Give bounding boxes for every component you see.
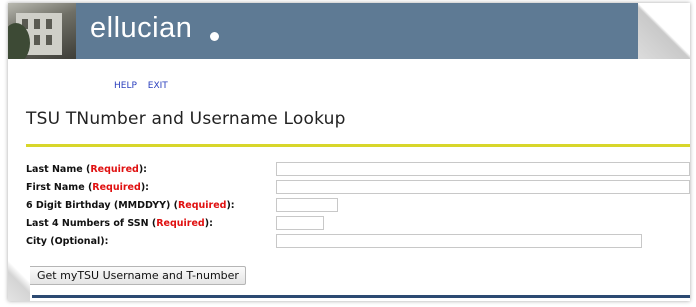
required-marker: Required: [156, 217, 205, 229]
page-title: TSU TNumber and Username Lookup: [26, 109, 346, 129]
city-label: City (Optional):: [26, 235, 109, 247]
page-curl-top-right: [638, 3, 690, 59]
first-name-label: First Name (Required):: [26, 181, 149, 193]
required-marker: Required: [92, 181, 141, 193]
city-input[interactable]: [276, 234, 642, 248]
page-curl-bottom-left: [8, 247, 30, 301]
birthday-row: 6 Digit Birthday (MMDDYY) (Required):: [26, 197, 235, 213]
birthday-input[interactable]: [276, 198, 338, 212]
ssn-input[interactable]: [276, 216, 324, 230]
brand-registered-icon: [210, 32, 219, 41]
last-name-row: Last Name (Required):: [26, 161, 147, 177]
first-name-input[interactable]: [276, 180, 690, 194]
help-link[interactable]: HELP: [114, 81, 137, 91]
footer-divider: [32, 295, 690, 298]
required-marker: Required: [90, 163, 139, 175]
exit-link[interactable]: EXIT: [148, 81, 168, 91]
header-banner: ellucian: [8, 3, 638, 59]
title-divider: [26, 144, 690, 147]
city-row: City (Optional):: [26, 233, 108, 249]
ssn-row: Last 4 Numbers of SSN (Required):: [26, 215, 213, 231]
lookup-submit-button[interactable]: Get myTSU Username and T-number: [26, 266, 246, 285]
birthday-label: 6 Digit Birthday (MMDDYY) (Required):: [26, 199, 235, 211]
brand-logo-text: ellucian: [90, 12, 193, 44]
required-marker: Required: [177, 199, 227, 211]
first-name-row: First Name (Required):: [26, 179, 149, 195]
last-name-label: Last Name (Required):: [26, 163, 147, 175]
page-frame: ellucian HELP EXIT TSU TNumber and Usern…: [8, 3, 690, 301]
ssn-label: Last 4 Numbers of SSN (Required):: [26, 217, 213, 229]
campus-photo: [8, 3, 76, 59]
top-nav: HELP EXIT: [114, 81, 176, 91]
last-name-input[interactable]: [276, 162, 690, 176]
